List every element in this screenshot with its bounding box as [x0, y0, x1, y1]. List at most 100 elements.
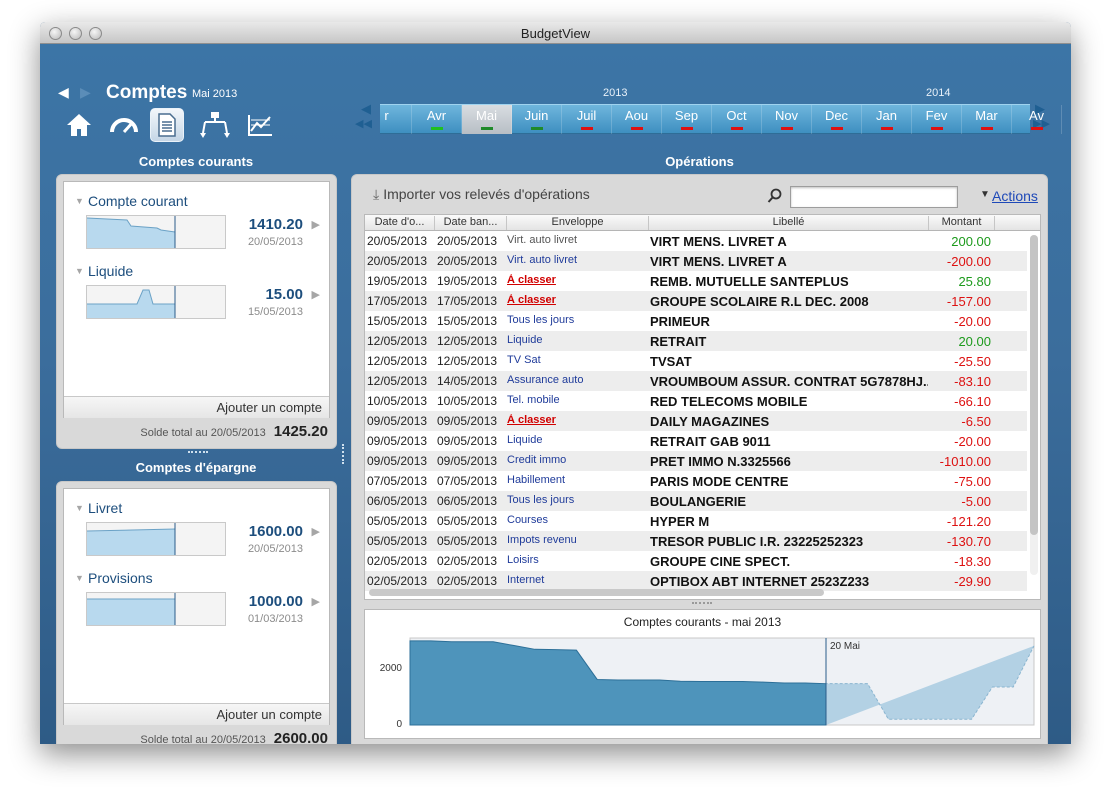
- cell-enveloppe[interactable]: Virt. auto livret: [507, 254, 647, 266]
- table-row[interactable]: 12/05/2013 12/05/2013 TV Sat TVSAT -25.50: [365, 351, 1027, 371]
- table-row[interactable]: 02/05/2013 02/05/2013 Internet OPTIBOX ABT …: [365, 571, 1027, 591]
- balance-chart: 20 Mai 2000 0: [380, 637, 1035, 730]
- cell-date-banque: 07/05/2013: [437, 474, 498, 488]
- column-header-enveloppe[interactable]: Enveloppe: [507, 216, 649, 230]
- expand-triangle-icon[interactable]: ▼: [75, 266, 84, 276]
- title-bar: BudgetView: [40, 22, 1071, 44]
- back-arrow-icon[interactable]: ◀: [58, 84, 69, 101]
- table-row[interactable]: 15/05/2013 15/05/2013 Tous les jours PRIMEU…: [365, 311, 1027, 331]
- month-tab[interactable]: r: [362, 105, 412, 134]
- cell-enveloppe[interactable]: Habillement: [507, 474, 647, 486]
- cell-enveloppe[interactable]: Tous les jours: [507, 314, 647, 326]
- home-button[interactable]: [62, 108, 96, 142]
- total-value: 2600.00: [273, 730, 328, 744]
- cell-enveloppe[interactable]: Impots revenu: [507, 534, 647, 546]
- download-icon: ⤓: [373, 186, 380, 202]
- cell-enveloppe[interactable]: Virt. auto livret: [507, 234, 647, 246]
- cell-enveloppe[interactable]: À classer: [507, 274, 647, 286]
- month-label: Nov: [774, 108, 799, 123]
- month-tab[interactable]: Jan: [862, 105, 912, 134]
- month-status-bar: [581, 127, 593, 130]
- analysis-button[interactable]: [243, 108, 277, 142]
- table-row[interactable]: 05/05/2013 05/05/2013 Courses HYPER M -121.2…: [365, 511, 1027, 531]
- table-row[interactable]: 07/05/2013 07/05/2013 Habillement PARIS MOD…: [365, 471, 1027, 491]
- column-header-montant[interactable]: Montant: [929, 216, 995, 230]
- split-handle[interactable]: [188, 451, 208, 453]
- vertical-scrollbar[interactable]: [1030, 235, 1038, 575]
- cell-montant: -75.00: [954, 474, 991, 489]
- cell-libelle: RED TELECOMS MOBILE: [650, 394, 808, 409]
- cell-enveloppe[interactable]: Assurance auto: [507, 374, 647, 386]
- categories-button[interactable]: [198, 108, 232, 142]
- table-row[interactable]: 05/05/2013 05/05/2013 Impots revenu TRESOR …: [365, 531, 1027, 551]
- table-row[interactable]: 09/05/2013 09/05/2013 À classer DAILY MAGAZ…: [365, 411, 1027, 431]
- month-status-bar: [881, 127, 893, 130]
- cell-enveloppe[interactable]: Liquide: [507, 334, 647, 346]
- month-tab[interactable]: Oct: [712, 105, 762, 134]
- table-row[interactable]: 02/05/2013 02/05/2013 Loisirs GROUPE CINE S…: [365, 551, 1027, 571]
- month-tab[interactable]: Sep: [662, 105, 712, 134]
- column-header-libelle[interactable]: Libellé: [649, 216, 929, 230]
- cell-date-operation: 09/05/2013: [367, 434, 428, 448]
- table-row[interactable]: 12/05/2013 12/05/2013 Liquide RETRAIT 20.00: [365, 331, 1027, 351]
- month-tab[interactable]: Mar: [962, 105, 1012, 134]
- account-name[interactable]: Provisions: [88, 570, 153, 586]
- budget-button[interactable]: [107, 108, 141, 142]
- vertical-split-handle[interactable]: [342, 444, 344, 464]
- cell-date-operation: 12/05/2013: [367, 374, 428, 388]
- accounts-button[interactable]: [150, 108, 184, 142]
- table-row[interactable]: 10/05/2013 10/05/2013 Tel. mobile RED TELEC…: [365, 391, 1027, 411]
- cell-date-banque: 15/05/2013: [437, 314, 498, 328]
- comptes-epargne-panel: ▼ Livret 1600.00 20/05/2013 ▶ ▼ Provisio…: [56, 481, 337, 744]
- cell-enveloppe[interactable]: Tous les jours: [507, 494, 647, 506]
- cell-enveloppe[interactable]: Tel. mobile: [507, 394, 647, 406]
- month-tab[interactable]: Mai: [462, 105, 512, 134]
- cell-enveloppe[interactable]: Courses: [507, 514, 647, 526]
- month-tab[interactable]: Juil: [562, 105, 612, 134]
- import-button[interactable]: ⤓ Importer vos relevés d'opérations: [373, 186, 590, 203]
- table-row[interactable]: 17/05/2013 17/05/2013 À classer GROUPE SCOL…: [365, 291, 1027, 311]
- add-account-button[interactable]: Ajouter un compte: [64, 396, 329, 418]
- actions-link[interactable]: Actions: [992, 188, 1038, 204]
- table-row[interactable]: 12/05/2013 14/05/2013 Assurance auto VROUMB…: [365, 371, 1027, 391]
- expand-triangle-icon[interactable]: ▼: [75, 573, 84, 583]
- chart-split-handle[interactable]: [692, 602, 712, 604]
- cell-enveloppe[interactable]: Liquide: [507, 434, 647, 446]
- month-tab[interactable]: Aou: [612, 105, 662, 134]
- column-header-date-banque[interactable]: Date ban...: [435, 216, 507, 230]
- cell-enveloppe[interactable]: Loisirs: [507, 554, 647, 566]
- forward-arrow-icon[interactable]: ▶: [80, 84, 91, 101]
- table-row[interactable]: 09/05/2013 09/05/2013 Credit immo PRET IMMO…: [365, 451, 1027, 471]
- account-open-arrow-icon[interactable]: ▶: [312, 525, 320, 538]
- scroll-thumb[interactable]: [1030, 235, 1038, 535]
- table-row[interactable]: 09/05/2013 09/05/2013 Liquide RETRAIT GAB 9…: [365, 431, 1027, 451]
- expand-triangle-icon[interactable]: ▼: [75, 503, 84, 513]
- month-tab[interactable]: Juin: [512, 105, 562, 134]
- month-tab[interactable]: Nov: [762, 105, 812, 134]
- account-open-arrow-icon[interactable]: ▶: [312, 218, 320, 231]
- table-row[interactable]: 20/05/2013 20/05/2013 Virt. auto livret VIR…: [365, 251, 1027, 271]
- column-header-date-operation[interactable]: Date d'o...: [365, 216, 435, 230]
- cell-enveloppe[interactable]: Credit immo: [507, 454, 647, 466]
- horizontal-scrollbar[interactable]: [369, 589, 824, 596]
- table-row[interactable]: 20/05/2013 20/05/2013 Virt. auto livret VIR…: [365, 231, 1027, 251]
- table-row[interactable]: 06/05/2013 06/05/2013 Tous les jours BOULAN…: [365, 491, 1027, 511]
- expand-triangle-icon[interactable]: ▼: [75, 196, 84, 206]
- cell-enveloppe[interactable]: Internet: [507, 574, 647, 586]
- account-name[interactable]: Compte courant: [88, 193, 188, 209]
- month-tab[interactable]: Avr: [412, 105, 462, 134]
- account-name[interactable]: Liquide: [88, 263, 133, 279]
- account-name[interactable]: Livret: [88, 500, 122, 516]
- month-tab[interactable]: Av: [1012, 105, 1062, 134]
- month-tab[interactable]: Dec: [812, 105, 862, 134]
- add-account-button[interactable]: Ajouter un compte: [64, 703, 329, 725]
- account-open-arrow-icon[interactable]: ▶: [312, 595, 320, 608]
- month-tab[interactable]: Fev: [912, 105, 962, 134]
- account-open-arrow-icon[interactable]: ▶: [312, 288, 320, 301]
- cell-enveloppe[interactable]: À classer: [507, 294, 647, 306]
- cell-enveloppe[interactable]: À classer: [507, 414, 647, 426]
- cell-enveloppe[interactable]: TV Sat: [507, 354, 647, 366]
- cell-libelle: GROUPE SCOLAIRE R.L DEC. 2008: [650, 294, 869, 309]
- search-input[interactable]: [790, 186, 958, 208]
- table-row[interactable]: 19/05/2013 19/05/2013 À classer REMB. MUTUE…: [365, 271, 1027, 291]
